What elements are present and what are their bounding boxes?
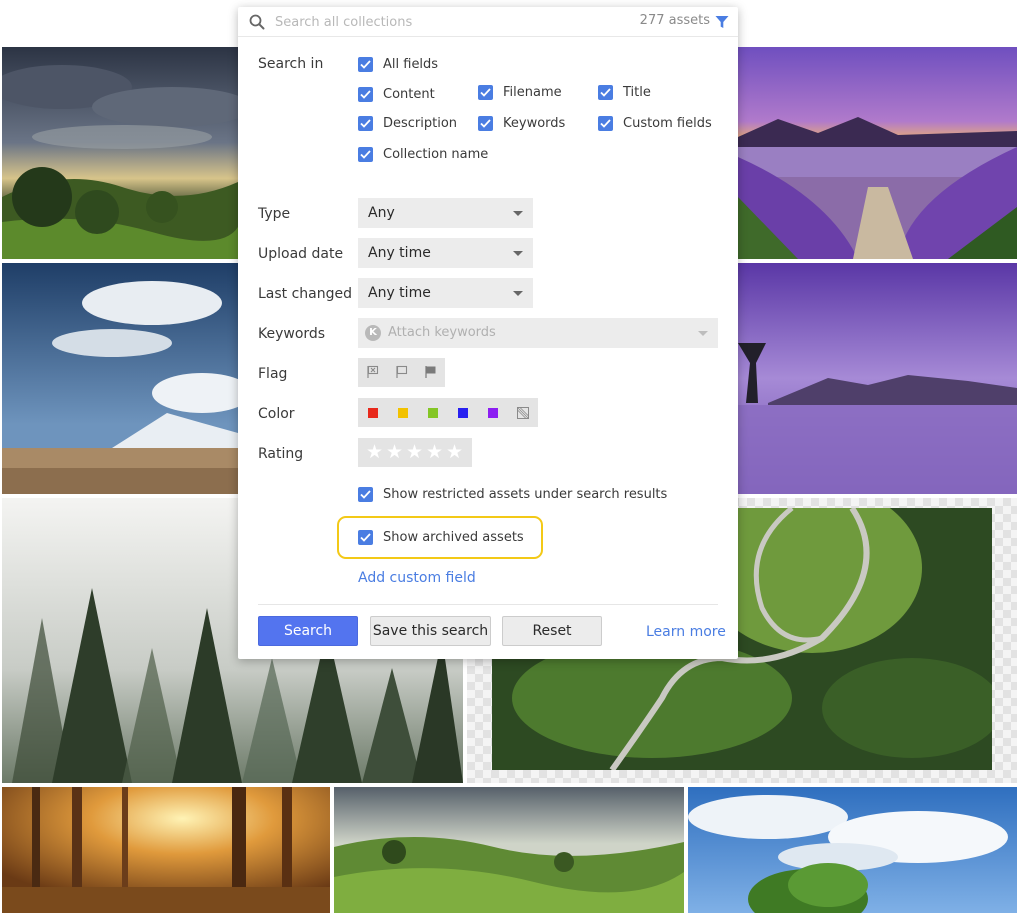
checkbox-label: Content — [383, 87, 435, 102]
color-swatch-blue[interactable] — [458, 408, 468, 418]
checkbox-content[interactable]: Content — [358, 87, 435, 102]
asset-count: 277 assets — [639, 13, 710, 28]
checkbox-label: Collection name — [383, 147, 489, 162]
keywords-placeholder: Attach keywords — [388, 325, 496, 340]
checkbox-description[interactable]: Description — [358, 116, 457, 131]
star-icon[interactable]: ★ — [386, 441, 403, 463]
checkbox-title[interactable]: Title — [598, 85, 651, 100]
search-button[interactable]: Search — [258, 616, 358, 646]
no-color-icon[interactable] — [517, 407, 529, 419]
rating-filter: ★ ★ ★ ★ ★ — [358, 438, 472, 467]
save-search-button[interactable]: Save this search — [370, 616, 491, 646]
gallery-image-lakeside-tree[interactable] — [738, 263, 1017, 494]
reset-button[interactable]: Reset — [502, 616, 602, 646]
checkmark-icon — [358, 57, 373, 72]
color-swatch-purple[interactable] — [488, 408, 498, 418]
color-swatch-yellow[interactable] — [398, 408, 408, 418]
rating-label: Rating — [258, 446, 304, 462]
learn-more-link[interactable]: Learn more — [646, 624, 726, 640]
checkmark-icon — [358, 87, 373, 102]
chevron-down-icon — [698, 331, 708, 336]
add-custom-field-link[interactable]: Add custom field — [358, 570, 476, 586]
gallery-image-sunlit-forest[interactable] — [2, 787, 330, 913]
checkbox-label: Description — [383, 116, 458, 131]
flag-filter-group — [358, 358, 445, 387]
checkmark-icon — [598, 85, 613, 100]
star-icon[interactable]: ★ — [366, 441, 383, 463]
keywords-label: Keywords — [258, 326, 326, 342]
color-filter-group — [358, 398, 538, 427]
color-swatch-red[interactable] — [368, 408, 378, 418]
checkmark-icon — [358, 530, 373, 545]
upload-date-label: Upload date — [258, 246, 344, 262]
divider — [258, 604, 718, 605]
search-bar: 277 assets — [238, 7, 738, 37]
type-label: Type — [258, 206, 291, 222]
flag-rejected-icon[interactable] — [365, 364, 381, 380]
gallery-image-snowy-mountain[interactable] — [2, 263, 238, 494]
color-swatch-green[interactable] — [428, 408, 438, 418]
type-select-value: Any — [368, 205, 395, 221]
checkbox-show-archived[interactable]: Show archived assets — [358, 530, 524, 545]
gallery-image-storm-valley[interactable] — [2, 47, 238, 259]
advanced-search-panel: 277 assets Search in All fields Content … — [238, 7, 738, 659]
chevron-down-icon — [513, 291, 523, 296]
chevron-down-icon — [513, 251, 523, 256]
keywords-select[interactable]: K Attach keywords — [358, 318, 718, 348]
gallery-image-tree-sky[interactable] — [688, 787, 1017, 913]
gallery-image-purple-lake[interactable] — [738, 47, 1017, 259]
checkmark-icon — [358, 116, 373, 131]
last-changed-label: Last changed — [258, 286, 353, 302]
color-label: Color — [258, 406, 295, 422]
flag-flagged-icon[interactable] — [423, 364, 439, 380]
upload-date-select[interactable]: Any time — [358, 238, 533, 268]
checkmark-icon — [478, 116, 493, 131]
checkbox-label: Custom fields — [623, 116, 712, 131]
last-changed-select[interactable]: Any time — [358, 278, 533, 308]
chevron-down-icon — [513, 211, 523, 216]
search-in-label: Search in — [258, 56, 324, 72]
checkbox-all-fields[interactable]: All fields — [358, 57, 438, 72]
star-icon[interactable]: ★ — [446, 441, 463, 463]
checkbox-label: Title — [623, 85, 651, 100]
checkmark-icon — [598, 116, 613, 131]
checkbox-label: Show restricted assets under search resu… — [383, 487, 668, 502]
last-changed-select-value: Any time — [368, 285, 431, 301]
flag-label: Flag — [258, 366, 288, 382]
search-input[interactable] — [275, 12, 615, 32]
gallery-image-green-hills[interactable] — [334, 787, 684, 913]
checkbox-filename[interactable]: Filename — [478, 85, 562, 100]
checkbox-label: Keywords — [503, 116, 566, 131]
checkbox-custom-fields[interactable]: Custom fields — [598, 116, 712, 131]
checkbox-label: Show archived assets — [383, 530, 524, 545]
checkbox-keywords[interactable]: Keywords — [478, 116, 565, 131]
checkbox-show-restricted[interactable]: Show restricted assets under search resu… — [358, 487, 667, 502]
checkmark-icon — [478, 85, 493, 100]
star-icon[interactable]: ★ — [426, 441, 443, 463]
type-select[interactable]: Any — [358, 198, 533, 228]
checkbox-label: Filename — [503, 85, 562, 100]
search-icon — [249, 14, 265, 30]
keyword-icon: K — [365, 325, 381, 341]
checkbox-collection-name[interactable]: Collection name — [358, 147, 488, 162]
upload-date-select-value: Any time — [368, 245, 431, 261]
flag-unflagged-icon[interactable] — [394, 364, 410, 380]
checkmark-icon — [358, 147, 373, 162]
star-icon[interactable]: ★ — [406, 441, 423, 463]
filter-icon[interactable] — [715, 15, 729, 29]
checkbox-label: All fields — [383, 57, 439, 72]
checkmark-icon — [358, 487, 373, 502]
